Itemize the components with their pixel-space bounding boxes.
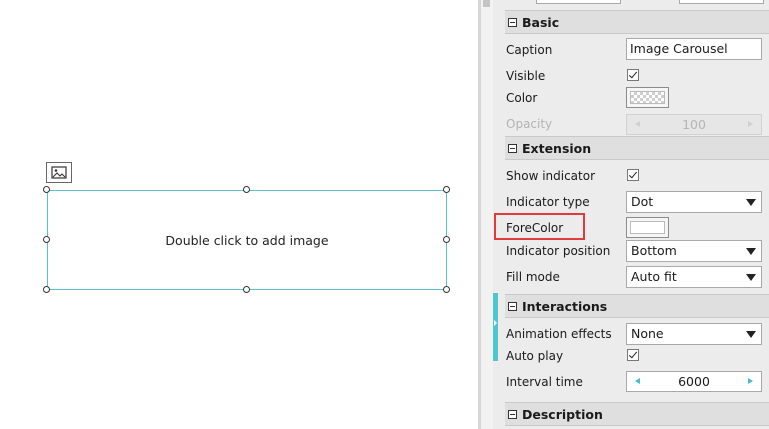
resize-handle-bottom-middle[interactable] xyxy=(243,286,250,293)
resize-handle-top-right[interactable] xyxy=(443,186,450,193)
animation-effects-label: Animation effects xyxy=(506,327,612,341)
section-basic[interactable]: Basic xyxy=(505,10,769,34)
collapse-icon[interactable] xyxy=(508,143,517,153)
interactions-accent-bar xyxy=(493,293,498,361)
collapse-icon[interactable] xyxy=(508,17,517,27)
interval-time-value: 6000 xyxy=(678,374,710,389)
chevron-down-icon xyxy=(746,248,756,255)
resize-handle-middle-right[interactable] xyxy=(443,236,450,243)
color-swatch-transparent xyxy=(630,91,665,104)
panel-collapse-arrow-icon[interactable] xyxy=(494,320,497,326)
forecolor-swatch-white xyxy=(630,221,665,234)
image-widget-icon xyxy=(46,162,72,183)
visible-checkbox[interactable] xyxy=(627,69,639,81)
fill-mode-select[interactable]: Auto fit xyxy=(626,266,762,288)
fill-mode-label: Fill mode xyxy=(506,270,560,284)
decrement-icon[interactable] xyxy=(635,378,640,384)
indicator-type-select[interactable]: Dot xyxy=(626,191,762,213)
indicator-position-label: Indicator position xyxy=(506,244,611,258)
forecolor-highlight-box xyxy=(494,213,585,240)
section-extension[interactable]: Extension xyxy=(505,136,769,160)
resize-handle-top-middle[interactable] xyxy=(243,186,250,193)
opacity-label: Opacity xyxy=(506,117,553,131)
increment-icon[interactable] xyxy=(748,378,753,384)
animation-effects-select[interactable]: None xyxy=(626,323,762,345)
show-indicator-label: Show indicator xyxy=(506,169,596,183)
caption-input[interactable]: Image Carousel xyxy=(626,38,762,60)
section-interactions-title: Interactions xyxy=(522,298,608,314)
interval-time-label: Interval time xyxy=(506,375,583,389)
resize-handle-bottom-right[interactable] xyxy=(443,286,450,293)
collapse-icon[interactable] xyxy=(508,301,517,311)
chevron-down-icon xyxy=(746,274,756,281)
section-basic-title: Basic xyxy=(522,14,560,30)
section-description-title: Description xyxy=(522,406,603,422)
auto-play-checkbox[interactable] xyxy=(627,349,639,361)
image-carousel-widget[interactable]: Double click to add image xyxy=(47,190,447,290)
resize-handle-bottom-left[interactable] xyxy=(43,286,50,293)
section-extension-title: Extension xyxy=(522,140,592,156)
fill-mode-value: Auto fit xyxy=(631,269,677,284)
visible-label: Visible xyxy=(506,69,546,83)
chevron-down-icon xyxy=(746,199,756,206)
opacity-stepper: 100 xyxy=(626,114,762,135)
color-picker[interactable] xyxy=(626,87,669,108)
indicator-type-value: Dot xyxy=(631,194,654,209)
resize-handle-middle-left[interactable] xyxy=(43,236,50,243)
auto-play-label: Auto play xyxy=(506,349,564,363)
indicator-position-select[interactable]: Bottom xyxy=(626,240,762,262)
forecolor-picker[interactable] xyxy=(626,217,669,238)
canvas-scrollbar-thumb[interactable] xyxy=(483,0,490,7)
color-label: Color xyxy=(506,91,538,105)
decrement-icon xyxy=(635,121,640,127)
section-interactions[interactable]: Interactions xyxy=(505,294,769,318)
canvas-scrollbar[interactable] xyxy=(481,0,493,429)
caption-label: Caption xyxy=(506,43,553,57)
chevron-down-icon xyxy=(746,331,756,338)
carousel-placeholder-text: Double click to add image xyxy=(165,232,329,248)
partial-field-left[interactable] xyxy=(536,0,621,4)
interval-time-stepper[interactable]: 6000 xyxy=(626,371,762,392)
resize-handle-top-left[interactable] xyxy=(43,186,50,193)
section-description[interactable]: Description xyxy=(505,402,769,426)
show-indicator-checkbox[interactable] xyxy=(627,169,639,181)
indicator-position-value: Bottom xyxy=(631,243,677,258)
partial-field-right[interactable] xyxy=(679,0,764,4)
collapse-icon[interactable] xyxy=(508,409,517,419)
increment-icon xyxy=(748,121,753,127)
animation-effects-value: None xyxy=(631,326,664,341)
opacity-value: 100 xyxy=(682,117,706,132)
indicator-type-label: Indicator type xyxy=(506,195,590,209)
